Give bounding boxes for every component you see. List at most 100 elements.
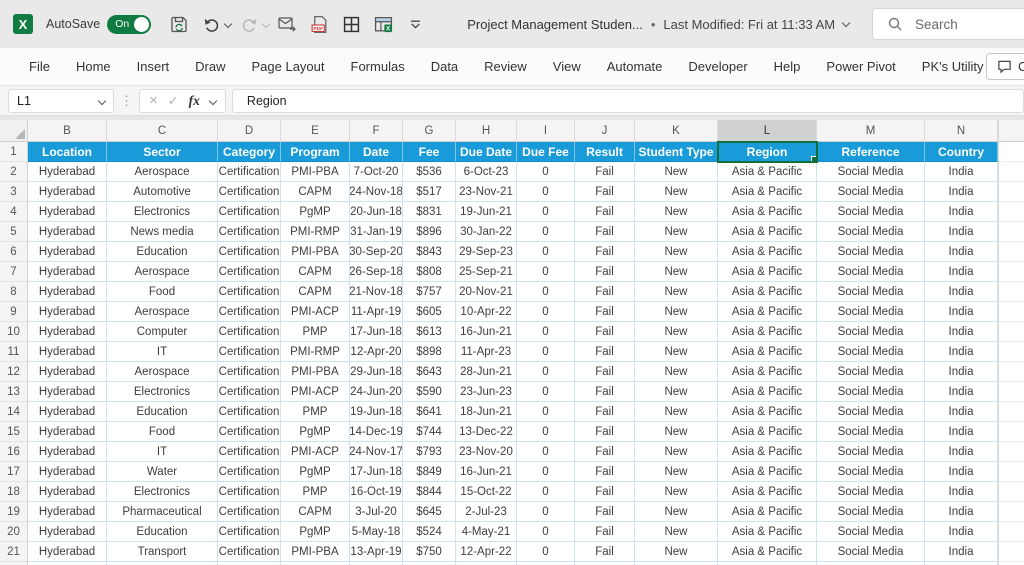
cell-K7[interactable]: New: [635, 262, 718, 282]
cell-H13[interactable]: 23-Jun-23: [456, 382, 517, 402]
cell-I21[interactable]: 0: [517, 542, 575, 562]
header-cell-L1[interactable]: Region: [717, 141, 818, 163]
cell-K5[interactable]: New: [635, 222, 718, 242]
cell-B15[interactable]: Hyderabad: [28, 422, 107, 442]
cell-M21[interactable]: Social Media: [817, 542, 925, 562]
cell-G11[interactable]: $898: [403, 342, 456, 362]
cell-N14[interactable]: India: [925, 402, 998, 422]
cell-E3[interactable]: CAPM: [281, 182, 350, 202]
cell-F20[interactable]: 5-May-18: [350, 522, 403, 542]
cell-C15[interactable]: Food: [107, 422, 218, 442]
cell-L17[interactable]: Asia & Pacific: [718, 462, 817, 482]
header-cell-I1[interactable]: Due Fee: [517, 142, 575, 162]
cell-D20[interactable]: Certification: [218, 522, 281, 542]
cell-L3[interactable]: Asia & Pacific: [718, 182, 817, 202]
cell-E7[interactable]: CAPM: [281, 262, 350, 282]
cell-N6[interactable]: India: [925, 242, 998, 262]
tab-help[interactable]: Help: [761, 48, 814, 85]
cell-J7[interactable]: Fail: [575, 262, 635, 282]
cell-M16[interactable]: Social Media: [817, 442, 925, 462]
cell-D15[interactable]: Certification: [218, 422, 281, 442]
cell-B6[interactable]: Hyderabad: [28, 242, 107, 262]
cell-E16[interactable]: PMI-ACP: [281, 442, 350, 462]
cell-E17[interactable]: PgMP: [281, 462, 350, 482]
header-cell-J1[interactable]: Result: [575, 142, 635, 162]
cell-J3[interactable]: Fail: [575, 182, 635, 202]
enter-button[interactable]: ✓: [168, 93, 179, 109]
cell-N10[interactable]: India: [925, 322, 998, 342]
cell-I14[interactable]: 0: [517, 402, 575, 422]
cell-H14[interactable]: 18-Jun-21: [456, 402, 517, 422]
column-letter-E[interactable]: E: [281, 120, 350, 142]
cell-F13[interactable]: 24-Jun-20: [350, 382, 403, 402]
cell-G20[interactable]: $524: [403, 522, 456, 542]
row-number-19[interactable]: 19: [0, 502, 28, 522]
cell-D21[interactable]: Certification: [218, 542, 281, 562]
cell-H7[interactable]: 25-Sep-21: [456, 262, 517, 282]
cell-F3[interactable]: 24-Nov-18: [350, 182, 403, 202]
cell-N5[interactable]: India: [925, 222, 998, 242]
cell-L6[interactable]: Asia & Pacific: [718, 242, 817, 262]
cell-G9[interactable]: $605: [403, 302, 456, 322]
header-cell-D1[interactable]: Category: [218, 142, 281, 162]
cell-N15[interactable]: India: [925, 422, 998, 442]
cell-B19[interactable]: Hyderabad: [28, 502, 107, 522]
tab-review[interactable]: Review: [471, 48, 540, 85]
cell-J14[interactable]: Fail: [575, 402, 635, 422]
export-table-icon[interactable]: X: [369, 10, 397, 38]
cell-K12[interactable]: New: [635, 362, 718, 382]
cell-L13[interactable]: Asia & Pacific: [718, 382, 817, 402]
column-letter-M[interactable]: M: [817, 120, 925, 142]
cell-I9[interactable]: 0: [517, 302, 575, 322]
cell-L14[interactable]: Asia & Pacific: [718, 402, 817, 422]
cell-N13[interactable]: India: [925, 382, 998, 402]
cell-E4[interactable]: PgMP: [281, 202, 350, 222]
tab-file[interactable]: File: [16, 48, 63, 85]
cell-M5[interactable]: Social Media: [817, 222, 925, 242]
cell-F9[interactable]: 11-Apr-19: [350, 302, 403, 322]
cell-M7[interactable]: Social Media: [817, 262, 925, 282]
row-number-10[interactable]: 10: [0, 322, 28, 342]
tab-data[interactable]: Data: [418, 48, 471, 85]
cell-G7[interactable]: $808: [403, 262, 456, 282]
cell-M3[interactable]: Social Media: [817, 182, 925, 202]
cell-G2[interactable]: $536: [403, 162, 456, 182]
row-number-20[interactable]: 20: [0, 522, 28, 542]
cell-E11[interactable]: PMI-RMP: [281, 342, 350, 362]
cell-D18[interactable]: Certification: [218, 482, 281, 502]
cell-H18[interactable]: 15-Oct-22: [456, 482, 517, 502]
cell-F14[interactable]: 19-Jun-18: [350, 402, 403, 422]
cell-M8[interactable]: Social Media: [817, 282, 925, 302]
cell-L4[interactable]: Asia & Pacific: [718, 202, 817, 222]
row-number-16[interactable]: 16: [0, 442, 28, 462]
cell-K9[interactable]: New: [635, 302, 718, 322]
cell-D5[interactable]: Certification: [218, 222, 281, 242]
cell-F12[interactable]: 29-Jun-18: [350, 362, 403, 382]
cell-D3[interactable]: Certification: [218, 182, 281, 202]
cell-E2[interactable]: PMI-PBA: [281, 162, 350, 182]
cell-K14[interactable]: New: [635, 402, 718, 422]
cancel-button[interactable]: ×: [149, 93, 158, 108]
cell-I5[interactable]: 0: [517, 222, 575, 242]
cell-H11[interactable]: 11-Apr-23: [456, 342, 517, 362]
cell-D6[interactable]: Certification: [218, 242, 281, 262]
cell-M17[interactable]: Social Media: [817, 462, 925, 482]
header-cell-B1[interactable]: Location: [28, 142, 107, 162]
cell-B21[interactable]: Hyderabad: [28, 542, 107, 562]
cell-J13[interactable]: Fail: [575, 382, 635, 402]
cell-D12[interactable]: Certification: [218, 362, 281, 382]
cell-C4[interactable]: Electronics: [107, 202, 218, 222]
cell-E21[interactable]: PMI-PBA: [281, 542, 350, 562]
document-title-group[interactable]: Project Management Studen... • Last Modi…: [467, 17, 851, 32]
cell-H20[interactable]: 4-May-21: [456, 522, 517, 542]
search-input[interactable]: Search: [872, 8, 1024, 40]
header-cell-C1[interactable]: Sector: [107, 142, 218, 162]
cell-L21[interactable]: Asia & Pacific: [718, 542, 817, 562]
cell-I16[interactable]: 0: [517, 442, 575, 462]
tab-automate[interactable]: Automate: [594, 48, 676, 85]
cell-F8[interactable]: 21-Nov-18: [350, 282, 403, 302]
cell-E20[interactable]: PgMP: [281, 522, 350, 542]
cell-H6[interactable]: 29-Sep-23: [456, 242, 517, 262]
cell-C12[interactable]: Aerospace: [107, 362, 218, 382]
cell-L7[interactable]: Asia & Pacific: [718, 262, 817, 282]
